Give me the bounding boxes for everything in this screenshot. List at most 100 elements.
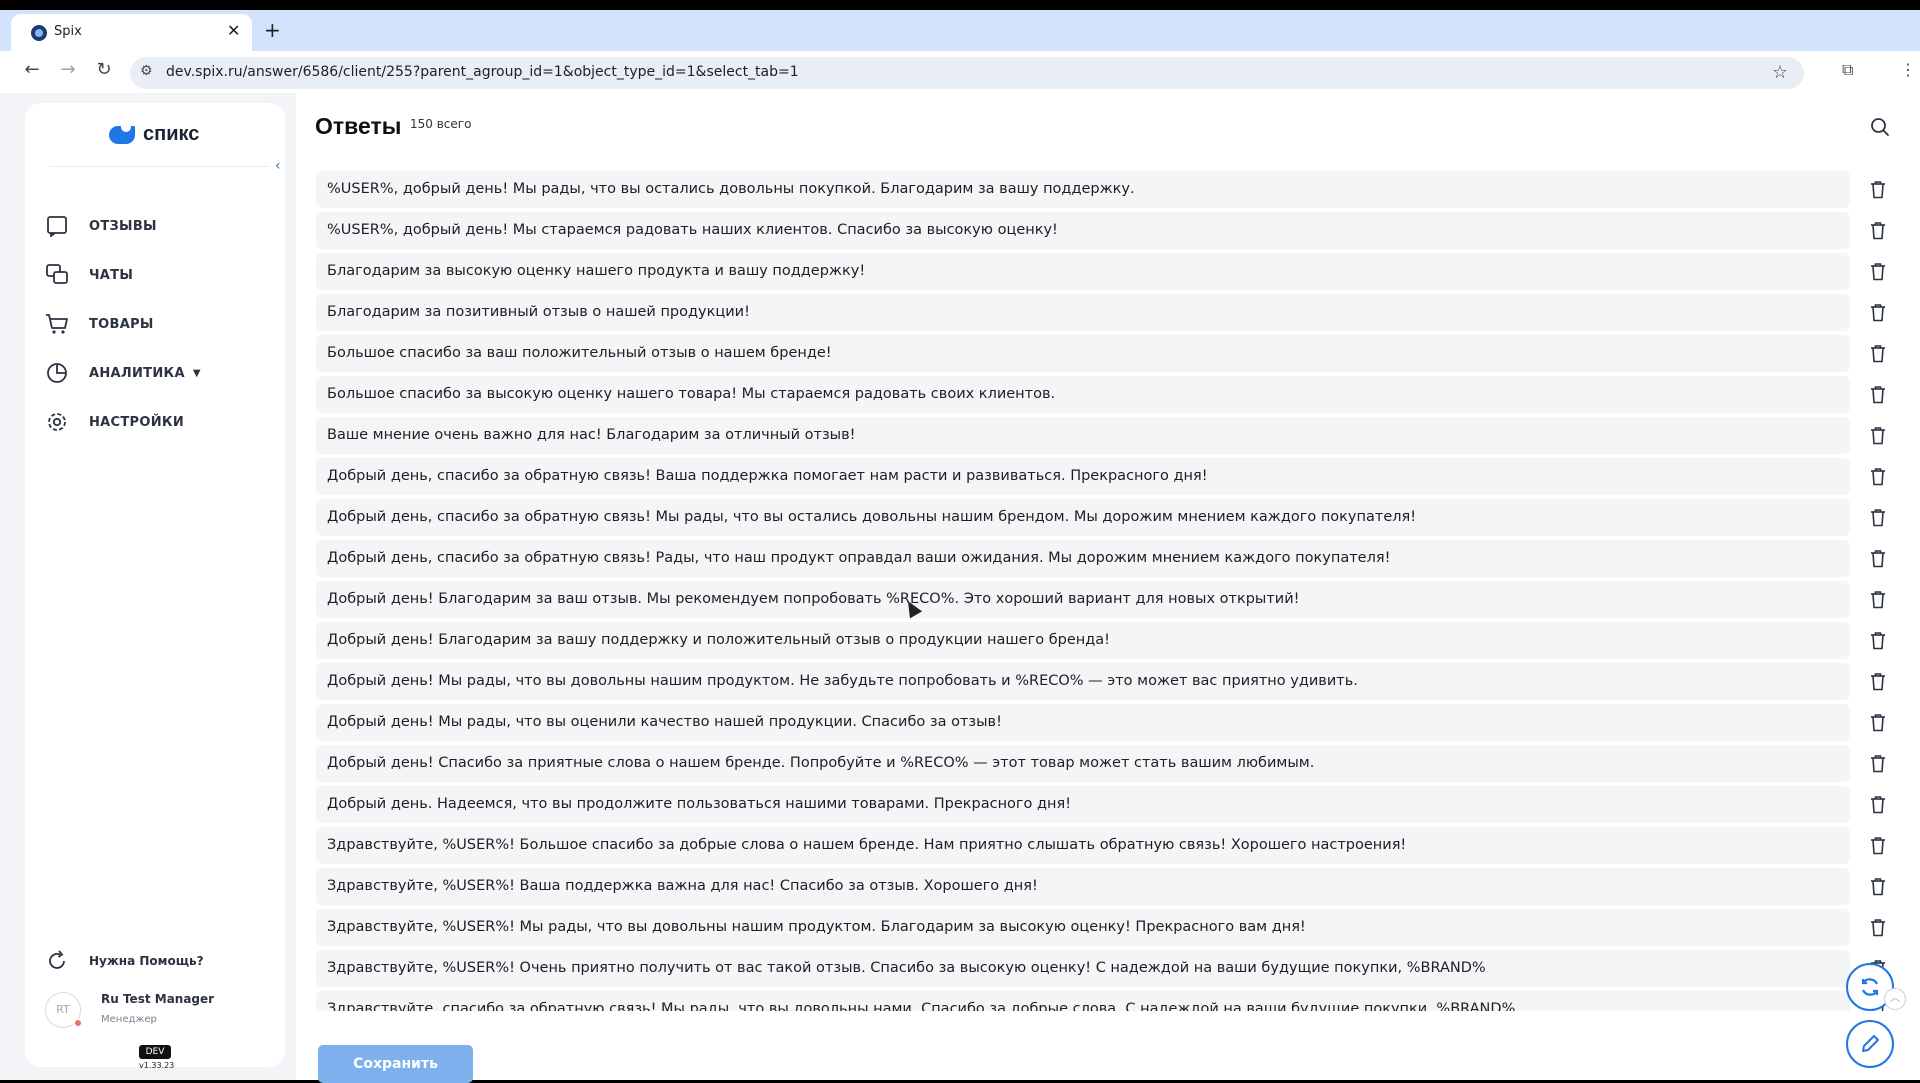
sidebar-item-settings[interactable]: НАСТРОЙКИ bbox=[45, 402, 265, 442]
help-link[interactable]: Нужна Помощь? bbox=[45, 941, 265, 981]
answer-text[interactable]: Большое спасибо за высокую оценку нашего… bbox=[316, 376, 1850, 413]
sidebar: спикс ‹ ОТЗЫВЫ ЧАТЫ ТОВАРЫ АНАЛИТИКА ▼ Н… bbox=[25, 103, 285, 1070]
divider bbox=[49, 166, 269, 167]
trash-icon[interactable] bbox=[1866, 710, 1890, 734]
new-tab-icon[interactable]: + bbox=[264, 20, 281, 40]
trash-icon[interactable] bbox=[1866, 259, 1890, 283]
trash-icon[interactable] bbox=[1866, 464, 1890, 488]
answer-text[interactable]: Добрый день. Надеемся, что вы продолжите… bbox=[316, 786, 1850, 823]
trash-icon[interactable] bbox=[1866, 587, 1890, 611]
answer-text[interactable]: Здравствуйте, спасибо за обратную связь!… bbox=[316, 991, 1850, 1011]
answer-text[interactable]: Добрый день! Благодарим за ваш отзыв. Мы… bbox=[316, 581, 1850, 618]
answer-row[interactable]: Добрый день! Мы рады, что вы довольны на… bbox=[316, 661, 1900, 702]
scroll-top-icon[interactable]: ︿ bbox=[1884, 988, 1906, 1010]
pencil-icon bbox=[1862, 1035, 1879, 1052]
tab-strip: Spix ✕ + bbox=[0, 10, 1920, 51]
collapse-sidebar-icon[interactable]: ‹ bbox=[275, 158, 281, 174]
trash-icon[interactable] bbox=[1866, 833, 1890, 857]
answer-row[interactable]: Добрый день, спасибо за обратную связь! … bbox=[316, 456, 1900, 497]
answer-text[interactable]: Здравствуйте, %USER%! Ваша поддержка важ… bbox=[316, 868, 1850, 905]
answer-text[interactable]: %USER%, добрый день! Мы рады, что вы ост… bbox=[316, 171, 1850, 208]
answer-row[interactable]: Большое спасибо за ваш положительный отз… bbox=[316, 333, 1900, 374]
env-badge: DEV bbox=[139, 1045, 171, 1059]
answer-text[interactable]: Благодарим за высокую оценку нашего прод… bbox=[316, 253, 1850, 290]
answer-row[interactable]: Добрый день! Мы рады, что вы оценили кач… bbox=[316, 702, 1900, 743]
answer-text[interactable]: Здравствуйте, %USER%! Очень приятно полу… bbox=[316, 950, 1850, 987]
tab-title: Spix bbox=[54, 24, 82, 39]
answer-row[interactable]: Благодарим за высокую оценку нашего прод… bbox=[316, 251, 1900, 292]
app: спикс ‹ ОТЗЫВЫ ЧАТЫ ТОВАРЫ АНАЛИТИКА ▼ Н… bbox=[0, 93, 1920, 1083]
answers-list: %USER%, добрый день! Мы рады, что вы ост… bbox=[316, 169, 1900, 1011]
answer-row[interactable]: Здравствуйте, %USER%! Большое спасибо за… bbox=[316, 825, 1900, 866]
answer-text[interactable]: Добрый день, спасибо за обратную связь! … bbox=[316, 499, 1850, 536]
answer-text[interactable]: Добрый день! Спасибо за приятные слова о… bbox=[316, 745, 1850, 782]
trash-icon[interactable] bbox=[1866, 218, 1890, 242]
answer-row[interactable]: Добрый день! Благодарим за ваш отзыв. Мы… bbox=[316, 579, 1900, 620]
menu-dots-icon[interactable]: ⋮ bbox=[1900, 60, 1916, 79]
close-tab-icon[interactable]: ✕ bbox=[227, 22, 240, 40]
sidebar-item-products[interactable]: ТОВАРЫ bbox=[45, 304, 265, 344]
reviews-icon bbox=[45, 214, 69, 238]
answer-text[interactable]: Ваше мнение очень важно для нас! Благода… bbox=[316, 417, 1850, 454]
trash-icon[interactable] bbox=[1866, 669, 1890, 693]
reload-icon[interactable]: ↻ bbox=[92, 60, 116, 80]
answer-row[interactable]: %USER%, добрый день! Мы рады, что вы ост… bbox=[316, 169, 1900, 210]
answer-row[interactable]: Добрый день! Благодарим за вашу поддержк… bbox=[316, 620, 1900, 661]
answer-row[interactable]: Добрый день, спасибо за обратную связь! … bbox=[316, 497, 1900, 538]
user-profile[interactable]: RT Ru Test Manager Менеджер bbox=[45, 988, 275, 1032]
answer-row[interactable]: Добрый день. Надеемся, что вы продолжите… bbox=[316, 784, 1900, 825]
answer-row[interactable]: Благодарим за позитивный отзыв о нашей п… bbox=[316, 292, 1900, 333]
chevron-down-icon: ▼ bbox=[192, 367, 201, 379]
answer-row[interactable]: Добрый день, спасибо за обратную связь! … bbox=[316, 538, 1900, 579]
forward-icon[interactable]: → bbox=[56, 60, 80, 80]
bookmark-star-icon[interactable]: ☆ bbox=[1772, 62, 1788, 83]
trash-icon[interactable] bbox=[1866, 792, 1890, 816]
answer-text[interactable]: Здравствуйте, %USER%! Большое спасибо за… bbox=[316, 827, 1850, 864]
answer-text[interactable]: Добрый день! Мы рады, что вы оценили кач… bbox=[316, 704, 1850, 741]
browser-tab[interactable]: Spix ✕ bbox=[11, 14, 252, 51]
sidebar-item-reviews[interactable]: ОТЗЫВЫ bbox=[45, 206, 265, 246]
search-icon[interactable] bbox=[1870, 117, 1890, 141]
address-bar[interactable]: ⚙ dev.spix.ru/answer/6586/client/255?par… bbox=[130, 57, 1804, 89]
answer-row[interactable]: Здравствуйте, спасибо за обратную связь!… bbox=[316, 989, 1900, 1011]
lens-icon[interactable]: ⧉ bbox=[1842, 60, 1853, 80]
answer-text[interactable]: Добрый день, спасибо за обратную связь! … bbox=[316, 540, 1850, 577]
trash-icon[interactable] bbox=[1866, 423, 1890, 447]
trash-icon[interactable] bbox=[1866, 628, 1890, 652]
help-refresh-icon bbox=[45, 949, 69, 973]
answer-row[interactable]: Ваше мнение очень важно для нас! Благода… bbox=[316, 415, 1900, 456]
edit-button[interactable] bbox=[1846, 1020, 1894, 1068]
answer-text[interactable]: Добрый день! Благодарим за вашу поддержк… bbox=[316, 622, 1850, 659]
trash-icon[interactable] bbox=[1866, 874, 1890, 898]
trash-icon[interactable] bbox=[1866, 915, 1890, 939]
trash-icon[interactable] bbox=[1866, 341, 1890, 365]
back-icon[interactable]: ← bbox=[20, 60, 44, 80]
answer-row[interactable]: Здравствуйте, %USER%! Очень приятно полу… bbox=[316, 948, 1900, 989]
answer-row[interactable]: Добрый день! Спасибо за приятные слова о… bbox=[316, 743, 1900, 784]
sidebar-item-chats[interactable]: ЧАТЫ bbox=[45, 255, 265, 295]
answer-text[interactable]: %USER%, добрый день! Мы стараемся радова… bbox=[316, 212, 1850, 249]
save-button[interactable]: Сохранить bbox=[318, 1045, 473, 1083]
answer-text[interactable]: Добрый день! Мы рады, что вы довольны на… bbox=[316, 663, 1850, 700]
answer-row[interactable]: Здравствуйте, %USER%! Ваша поддержка важ… bbox=[316, 866, 1900, 907]
trash-icon[interactable] bbox=[1866, 382, 1890, 406]
browser-toolbar: ← → ↻ ⚙ dev.spix.ru/answer/6586/client/2… bbox=[0, 51, 1920, 93]
sync-icon bbox=[1861, 978, 1879, 996]
answer-text[interactable]: Большое спасибо за ваш положительный отз… bbox=[316, 335, 1850, 372]
answer-text[interactable]: Добрый день, спасибо за обратную связь! … bbox=[316, 458, 1850, 495]
trash-icon[interactable] bbox=[1866, 751, 1890, 775]
trash-icon[interactable] bbox=[1866, 546, 1890, 570]
trash-icon[interactable] bbox=[1866, 177, 1890, 201]
logo[interactable]: спикс bbox=[109, 123, 199, 146]
trash-icon[interactable] bbox=[1866, 505, 1890, 529]
site-settings-icon[interactable]: ⚙ bbox=[140, 63, 153, 79]
trash-icon[interactable] bbox=[1866, 300, 1890, 324]
answer-text[interactable]: Здравствуйте, %USER%! Мы рады, что вы до… bbox=[316, 909, 1850, 946]
answer-text[interactable]: Благодарим за позитивный отзыв о нашей п… bbox=[316, 294, 1850, 331]
answer-row[interactable]: %USER%, добрый день! Мы стараемся радова… bbox=[316, 210, 1900, 251]
answer-row[interactable]: Здравствуйте, %USER%! Мы рады, что вы до… bbox=[316, 907, 1900, 948]
bird-logo-icon bbox=[109, 123, 139, 146]
answer-row[interactable]: Большое спасибо за высокую оценку нашего… bbox=[316, 374, 1900, 415]
sidebar-item-analytics[interactable]: АНАЛИТИКА ▼ bbox=[45, 353, 265, 393]
total-count: 150 всего bbox=[410, 117, 472, 131]
